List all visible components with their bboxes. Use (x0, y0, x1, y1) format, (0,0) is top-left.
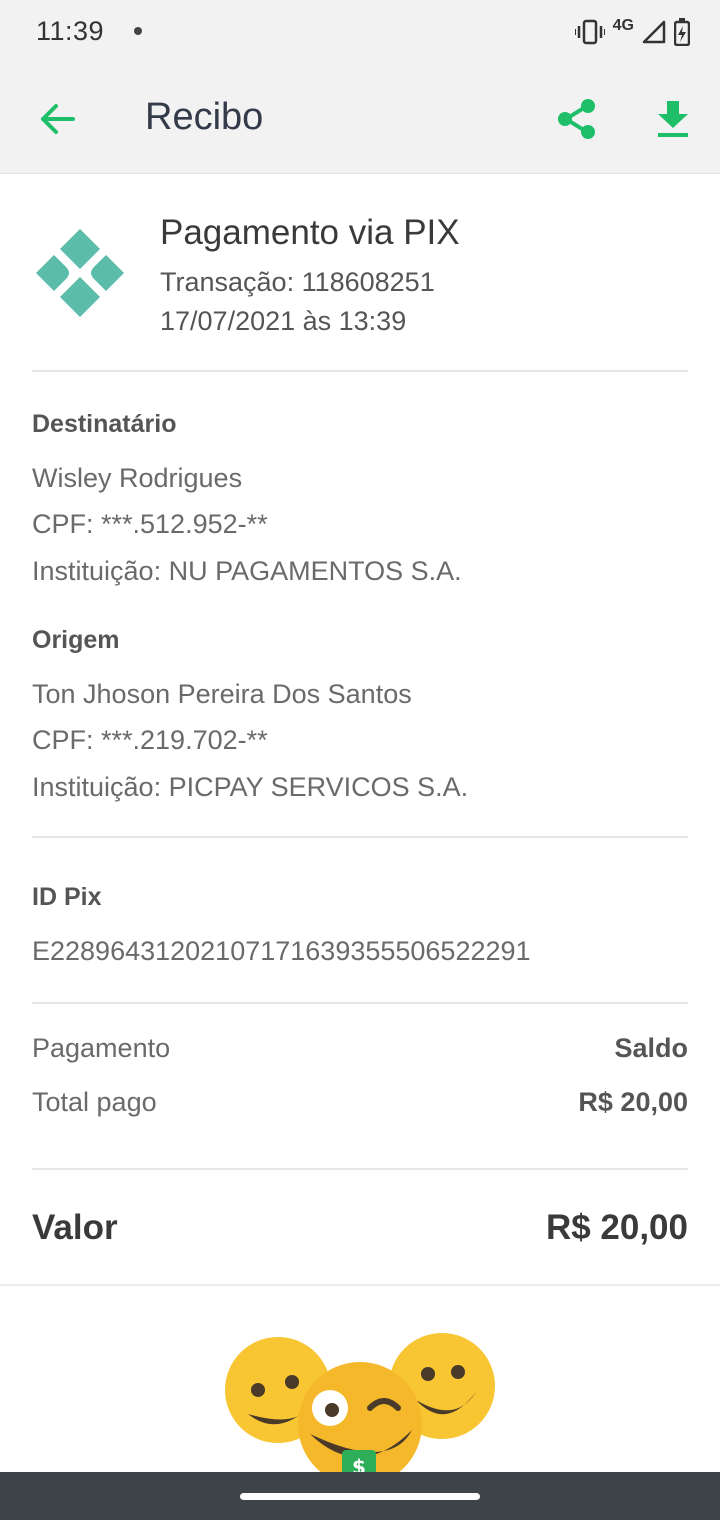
amount-label: Valor (32, 1208, 118, 1247)
home-gesture-handle[interactable] (240, 1493, 480, 1500)
amount-value: R$ 20,00 (545, 1208, 688, 1247)
divider (32, 1002, 688, 1004)
pix-id-value: E22896431202107171639355506522291 (32, 936, 531, 966)
divider (32, 370, 688, 372)
origin-label: Origem (32, 626, 120, 654)
vibrate-icon (574, 19, 605, 45)
payment-method-value: Saldo (614, 1033, 688, 1063)
app-bar: Recibo (0, 64, 720, 174)
recipient-institution: Instituição: NU PAGAMENTOS S.A. (32, 556, 462, 586)
share-button[interactable] (552, 94, 602, 144)
origin-name: Ton Jhoson Pereira Dos Santos (32, 679, 412, 709)
total-paid-value: R$ 20,00 (578, 1087, 688, 1117)
share-icon (558, 99, 595, 139)
transaction-datetime: 17/07/2021 às 13:39 (160, 306, 407, 336)
divider (32, 1168, 688, 1170)
payment-method-label: Pagamento (32, 1033, 171, 1063)
origin-institution: Instituição: PICPAY SERVICOS S.A. (32, 772, 469, 802)
pix-id-label: ID Pix (32, 883, 102, 911)
status-icons: 4G (574, 16, 690, 48)
status-time: 11:39 (36, 16, 105, 46)
receipt-header: Pagamento via PIX Transação: 118608251 1… (32, 175, 688, 371)
recipient-label: Destinatário (32, 410, 177, 438)
notification-dot-icon (134, 27, 142, 35)
divider (32, 836, 688, 838)
page-title: Recibo (145, 96, 264, 138)
recipient-cpf: CPF: ***.512.952-** (32, 509, 268, 539)
transaction-id: Transação: 118608251 (160, 267, 435, 297)
emoji-illustration: $ (0, 1284, 720, 1472)
navigation-bar (0, 1472, 720, 1520)
svg-text:$: $ (352, 1455, 366, 1472)
back-button[interactable] (32, 94, 82, 144)
origin-cpf: CPF: ***.219.702-** (32, 725, 268, 755)
payment-title: Pagamento via PIX (160, 213, 460, 252)
download-button[interactable] (648, 94, 698, 144)
network-type: 4G (612, 17, 634, 34)
back-arrow-icon (41, 104, 75, 134)
pix-logo-icon (36, 229, 124, 317)
signal-icon (642, 20, 666, 44)
battery-icon (674, 18, 690, 46)
total-paid-label: Total pago (32, 1087, 157, 1117)
download-icon (658, 101, 688, 137)
recipient-name: Wisley Rodrigues (32, 463, 243, 493)
emoji-icon: $ (225, 1333, 495, 1472)
status-bar: 11:39 4G (0, 0, 720, 64)
